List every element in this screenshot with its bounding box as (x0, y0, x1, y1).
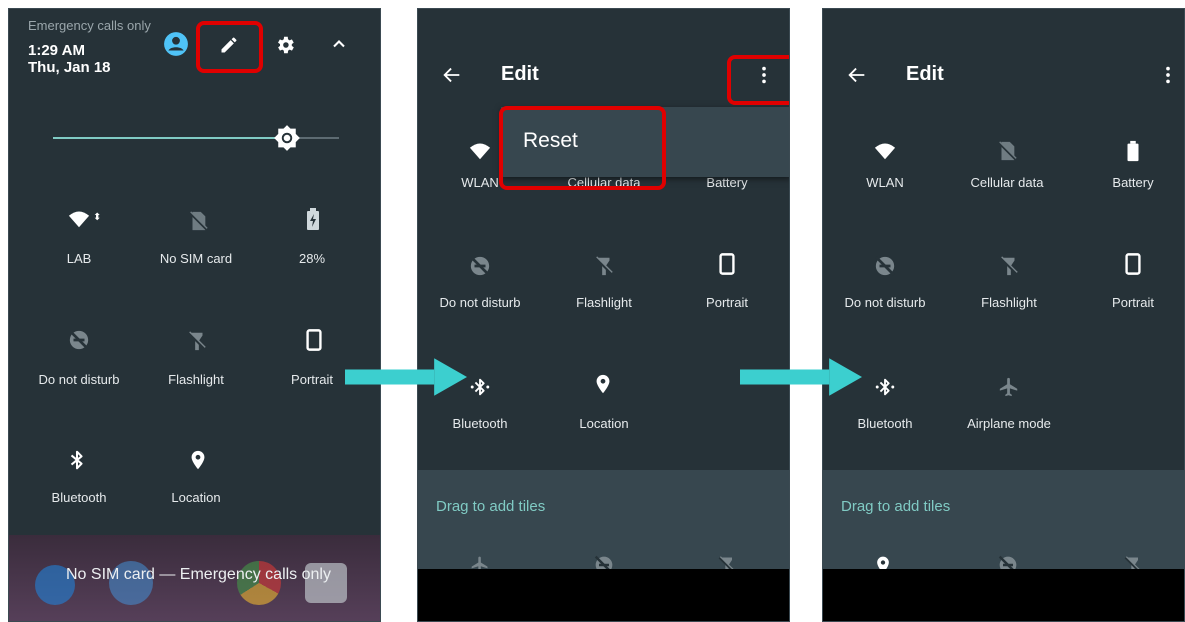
tile-label: Portrait (706, 295, 748, 310)
tile-label: Bluetooth (857, 416, 913, 431)
location-icon[interactable] (592, 373, 614, 395)
drag-to-add-label: Drag to add tiles (436, 498, 546, 515)
edit-tiles-panel: Edit WLAN Cellular data Battery Do not d… (417, 8, 790, 622)
tile-label: Bluetooth (452, 416, 508, 431)
portrait-icon[interactable] (303, 329, 325, 351)
wifi-icon[interactable] (68, 208, 90, 230)
no-sim-icon[interactable] (187, 210, 209, 232)
settings-icon[interactable] (274, 34, 296, 56)
tile-label: Portrait (291, 372, 333, 387)
wifi-icon[interactable] (469, 140, 491, 162)
reset-highlight (499, 106, 666, 190)
tile-label: Flashlight (981, 295, 1037, 310)
drag-tiles-area: Drag to add tiles (418, 470, 789, 580)
collapse-chevron-icon[interactable] (329, 34, 349, 54)
next-step-arrow-icon (740, 358, 862, 396)
bluetooth-icon[interactable] (874, 376, 896, 398)
next-step-arrow-icon (345, 358, 467, 396)
more-options-icon[interactable] (1157, 64, 1179, 86)
navigation-bar (823, 569, 1184, 621)
drag-tiles-area: Drag to add tiles (823, 470, 1184, 580)
tile-label: WLAN (461, 175, 499, 190)
tile-label: LAB (66, 251, 92, 266)
tile-label: Flashlight (168, 372, 224, 387)
tile-label: Do not disturb (38, 372, 120, 387)
battery-icon[interactable] (1122, 140, 1144, 162)
brightness-icon[interactable] (273, 124, 301, 152)
tile-label: WLAN (866, 175, 904, 190)
home-screen-background: No SIM card — Emergency calls only (9, 535, 380, 621)
bluetooth-icon[interactable] (66, 449, 88, 471)
account-icon[interactable] (163, 31, 189, 57)
navigation-bar (418, 569, 789, 621)
battery-charging-icon[interactable] (301, 207, 325, 231)
edit-title: Edit (906, 63, 944, 85)
flashlight-icon[interactable] (186, 330, 208, 352)
clock-time: 1:29 AM (28, 42, 85, 59)
quick-settings-panel: Emergency calls only 1:29 AM Thu, Jan 18… (8, 8, 381, 622)
tile-label: Portrait (1112, 295, 1154, 310)
tile-label: Battery (1112, 175, 1154, 190)
dnd-icon[interactable] (68, 329, 90, 351)
edit-title: Edit (501, 63, 539, 85)
flashlight-icon[interactable] (593, 255, 615, 277)
no-sim-icon[interactable] (996, 140, 1018, 162)
airplane-icon[interactable] (998, 376, 1020, 398)
more-options-highlight (727, 55, 789, 105)
tile-label: Bluetooth (51, 490, 107, 505)
tile-label: Do not disturb (439, 295, 521, 310)
dnd-icon[interactable] (469, 255, 491, 277)
tile-label: Location (579, 416, 629, 431)
edit-button-highlight (196, 21, 263, 73)
tile-label: Airplane mode (967, 416, 1051, 431)
tile-label: 28% (298, 251, 326, 266)
tile-label: No SIM card (159, 251, 233, 266)
tile-label: Location (171, 490, 221, 505)
flashlight-icon[interactable] (998, 255, 1020, 277)
dnd-icon[interactable] (874, 255, 896, 277)
status-text: Emergency calls only (28, 18, 151, 33)
edit-tiles-reset-panel: Edit WLAN Cellular data Battery Do not d… (822, 8, 1185, 622)
back-arrow-icon[interactable] (441, 64, 463, 86)
tile-label: Flashlight (576, 295, 632, 310)
carrier-footer-text: No SIM card — Emergency calls only (66, 566, 331, 583)
tile-label: Cellular data (970, 175, 1044, 190)
tile-label: Do not disturb (844, 295, 926, 310)
back-arrow-icon[interactable] (846, 64, 868, 86)
brightness-slider-fill[interactable] (53, 137, 287, 139)
portrait-icon[interactable] (716, 253, 738, 275)
wifi-icon[interactable] (874, 140, 896, 162)
portrait-icon[interactable] (1122, 253, 1144, 275)
drag-to-add-label: Drag to add tiles (841, 498, 951, 515)
location-icon[interactable] (187, 449, 209, 471)
bluetooth-icon[interactable] (469, 376, 491, 398)
tile-label: Battery (706, 175, 748, 190)
wifi-activity-icon: ⬍ (93, 212, 102, 223)
clock-date: Thu, Jan 18 (28, 59, 111, 76)
